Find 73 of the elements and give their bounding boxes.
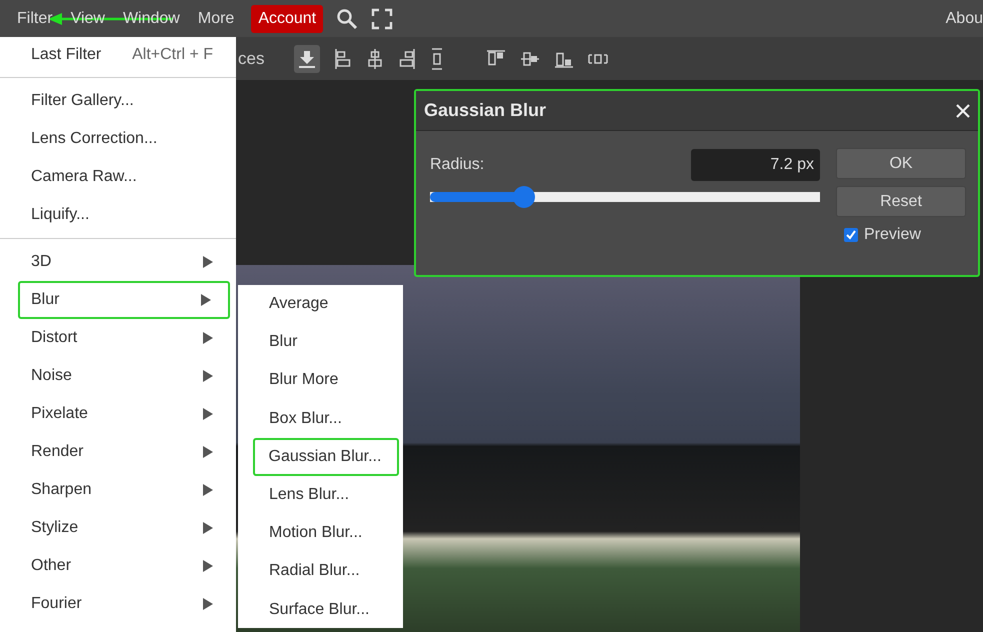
submenu-arrow-icon [203,370,213,382]
menu-item[interactable]: Filter [8,4,62,32]
menu-item-label: Distort [31,329,78,347]
menu-item-label: Render [31,443,84,461]
menu-item-label: Sharpen [31,481,92,499]
align-top-icon[interactable] [486,48,506,68]
menu-item[interactable]: Stylize [0,509,230,547]
submenu-arrow-icon [203,332,213,344]
menu-item-label: Filter Gallery... [31,92,135,110]
menu-item[interactable]: Fourier [0,585,230,623]
submenu-arrow-icon [203,560,213,572]
menu-item[interactable]: Blur More [238,361,403,400]
submenu-arrow-icon [203,484,213,496]
menu-item[interactable]: Distort [0,319,230,357]
menu-item[interactable]: Filter Gallery... [0,82,230,120]
submenu-arrow-icon [203,256,213,268]
menu-item[interactable]: Box Blur... [238,400,403,438]
menu-item[interactable]: Blur [238,323,403,362]
menu-item-label: Blur [31,291,60,309]
download-icon [298,50,316,68]
menu-item-label: Fourier [31,595,83,613]
close-icon[interactable] [956,104,970,118]
menu-item[interactable]: Abou [946,10,983,28]
preview-checkbox[interactable] [844,228,858,242]
menu-item[interactable]: More [188,4,244,32]
menu-item-label: 3D [31,253,52,271]
account-button[interactable]: Account [251,4,324,32]
menu-item[interactable]: Sharpen [0,471,230,509]
submenu-arrow-icon [203,408,213,420]
dialog-button[interactable]: Reset [836,186,966,217]
menu-item-label: Stylize [31,519,80,537]
menu-item[interactable]: 3D [0,243,230,281]
dialog-button[interactable]: OK [836,148,966,179]
menu-item-label: Noise [31,367,73,385]
preview-label: Preview [864,226,921,244]
radius-field[interactable]: 7.2 px [691,149,820,181]
download-button[interactable] [294,44,320,72]
menu-item[interactable]: Noise [0,357,230,395]
menu-item-label: Last Filter [31,46,102,64]
menu-item[interactable]: Surface Blur... [238,590,403,629]
submenu-arrow-icon [203,522,213,534]
menu-item-label: Lens Correction... [31,130,158,148]
submenu-arrow-icon [201,294,211,306]
menu-item[interactable]: Lens Correction... [0,120,230,158]
menu-item-label: Other [31,557,72,575]
submenu-arrow-icon [203,598,213,610]
menu-item-label: Pixelate [31,405,89,423]
menu-item-label: Camera Raw... [31,168,138,186]
dialog-title: Gaussian Blur [424,100,546,121]
toolbar-label: ces [238,48,264,68]
menu-item[interactable]: Radial Blur... [238,552,403,590]
menu-item[interactable]: Pixelate [0,395,230,433]
menu-item[interactable]: Motion Blur... [238,514,403,552]
menu-item[interactable]: Last Filter Alt+Ctrl + F [0,37,230,73]
menu-item[interactable]: Average [238,285,403,324]
shortcut-label: Alt+Ctrl + F [132,46,213,64]
search-icon[interactable] [336,8,358,30]
distribute-vertical-icon[interactable] [430,48,444,70]
align-right-icon[interactable] [398,48,416,70]
menu-item[interactable]: Render [0,433,230,471]
submenu-arrow-icon [203,446,213,458]
menu-item[interactable]: Other [0,547,230,585]
radius-label: Radius: [430,156,484,174]
align-left-icon[interactable] [334,48,352,70]
menu-item[interactable]: Lens Blur... [238,476,403,514]
menu-item[interactable]: Liquify... [0,196,230,234]
menu-item-label: Liquify... [31,206,90,224]
slider-thumb[interactable] [512,186,535,208]
menu-item[interactable]: Camera Raw... [0,158,230,196]
align-center-icon[interactable] [366,48,384,70]
fullscreen-icon[interactable] [371,8,394,30]
menu-item[interactable]: Blur [18,281,230,319]
menu-item[interactable]: Gaussian Blur... [253,438,399,476]
